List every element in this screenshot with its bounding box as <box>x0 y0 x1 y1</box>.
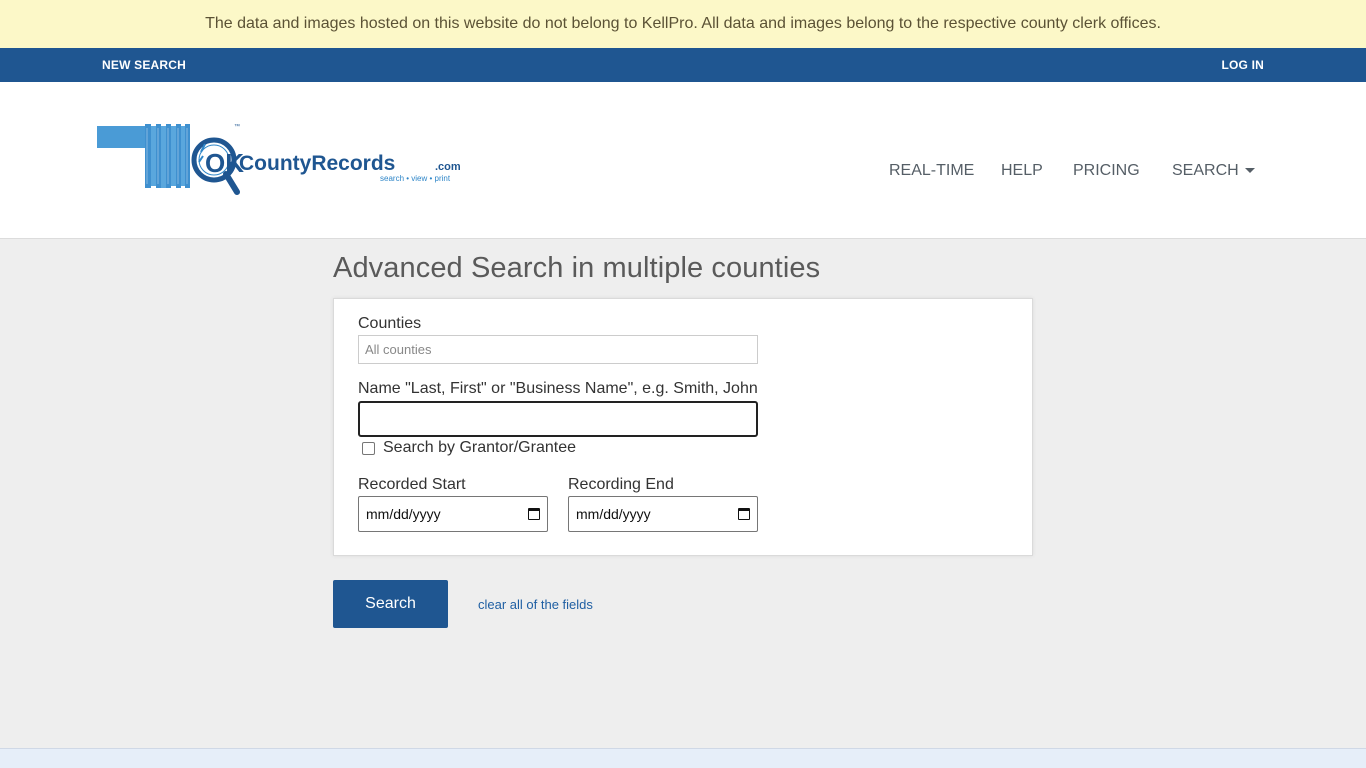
grantor-grantee-option: Search by Grantor/Grantee <box>362 439 576 457</box>
name-label: Name "Last, First" or "Business Name", e… <box>358 380 758 397</box>
logo-com-text: .com <box>435 161 461 173</box>
counties-select[interactable]: All counties <box>358 335 758 364</box>
page-title: Advanced Search in multiple counties <box>333 252 821 284</box>
logo-county-records-text: CountyRecords <box>239 152 395 175</box>
nav-help[interactable]: HELP <box>1001 162 1043 180</box>
calendar-icon[interactable] <box>528 508 540 520</box>
nav-realtime[interactable]: REAL-TIME <box>889 162 974 180</box>
logo-pages-graphic <box>97 124 190 188</box>
page-footer <box>0 748 1366 768</box>
site-header: OK CountyRecords .com search • view • pr… <box>0 82 1366 239</box>
recording-end-date-input[interactable]: mm/dd/yyyy <box>568 496 758 532</box>
disclaimer-text: The data and images hosted on this websi… <box>205 15 1161 32</box>
login-link[interactable]: LOG IN <box>1221 48 1264 82</box>
okcountyrecords-logo[interactable]: OK CountyRecords .com search • view • pr… <box>97 122 463 198</box>
advanced-search-form: Counties All counties Name "Last, First"… <box>333 298 1033 556</box>
nav-search-dropdown[interactable]: SEARCH <box>1172 162 1255 180</box>
disclaimer-banner: The data and images hosted on this websi… <box>0 0 1366 48</box>
name-input[interactable] <box>358 401 758 437</box>
counties-label: Counties <box>358 315 422 332</box>
recorded-start-placeholder: mm/dd/yyyy <box>366 506 441 522</box>
grantor-grantee-checkbox[interactable] <box>362 441 375 455</box>
calendar-icon[interactable] <box>738 508 750 520</box>
recording-end-label: Recording End <box>568 476 674 493</box>
caret-down-icon <box>1244 168 1255 174</box>
new-search-link[interactable]: NEW SEARCH <box>102 48 186 82</box>
logo-tagline: search • view • print <box>380 174 451 183</box>
recording-end-placeholder: mm/dd/yyyy <box>576 506 651 522</box>
grantor-grantee-label: Search by Grantor/Grantee <box>383 439 576 456</box>
clear-fields-link[interactable]: clear all of the fields <box>478 597 593 612</box>
top-bar: NEW SEARCH LOG IN <box>0 48 1366 82</box>
recorded-start-label: Recorded Start <box>358 476 466 493</box>
recorded-start-date-input[interactable]: mm/dd/yyyy <box>358 496 548 532</box>
logo-trademark: ™ <box>234 123 240 130</box>
nav-pricing[interactable]: PRICING <box>1073 162 1140 180</box>
nav-search-label: SEARCH <box>1172 162 1239 179</box>
search-button[interactable]: Search <box>333 580 448 628</box>
